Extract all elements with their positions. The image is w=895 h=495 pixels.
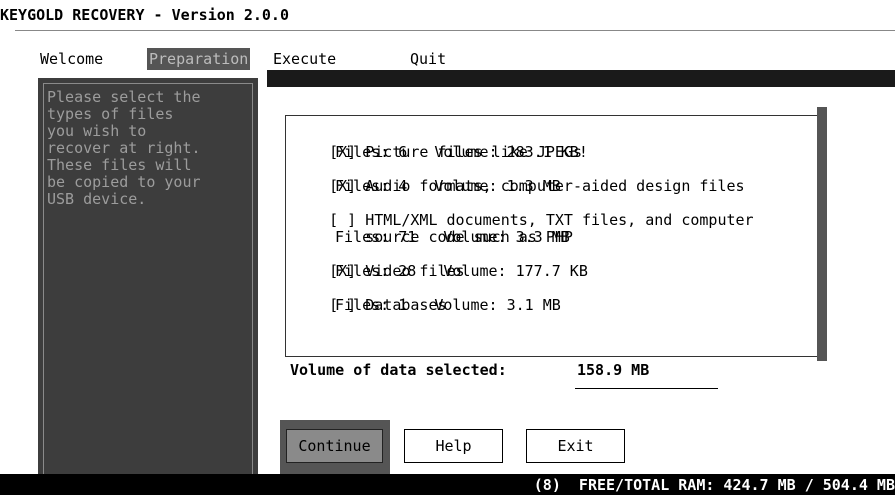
menu-item-welcome[interactable]: Welcome [38, 48, 105, 70]
selected-volume-underline [575, 388, 718, 389]
continue-button[interactable]: Continue [286, 429, 383, 463]
selected-volume-label: Volume of data selected: [290, 361, 507, 379]
option-stats: Files: 71 Volume: 3.3 MB [335, 228, 570, 246]
checkbox[interactable]: [ ] [329, 212, 356, 229]
menu-item-quit[interactable]: Quit [408, 48, 448, 70]
menu-item-execute[interactable]: Execute [271, 48, 338, 70]
menu-item-preparation[interactable]: Preparation [147, 48, 251, 70]
menu-underline-bar [267, 70, 895, 87]
instructions-panel: Please select the types of files you wis… [38, 78, 258, 480]
option-stats: Files: 4 Volume: 1.3 MB [335, 177, 561, 195]
selected-volume-value: 158.9 MB [577, 361, 650, 379]
screen-divider [15, 30, 895, 31]
file-type-list: [X] Picture files like JPEGs Files: 6 Vo… [285, 115, 819, 357]
option-stats: Files: 28 Volume: 177.7 KB [335, 262, 588, 280]
instructions-text: Please select the types of files you wis… [47, 88, 201, 208]
list-scrollbar[interactable] [817, 107, 827, 361]
status-bar: (8) FREE/TOTAL RAM: 424.7 MB / 504.4 MB [0, 474, 895, 495]
ram-status: (8) FREE/TOTAL RAM: 424.7 MB / 504.4 MB [533, 476, 895, 494]
window-title: KEYGOLD RECOVERY - Version 2.0.0 [0, 6, 289, 24]
help-button[interactable]: Help [404, 429, 503, 463]
option-stats: Files: 6 Volume: 283.1 KB! [335, 143, 588, 161]
exit-button[interactable]: Exit [526, 429, 625, 463]
option-stats: Files: 1 Volume: 3.1 MB [335, 296, 561, 314]
title-bar: KEYGOLD RECOVERY - Version 2.0.0 [0, 0, 895, 30]
